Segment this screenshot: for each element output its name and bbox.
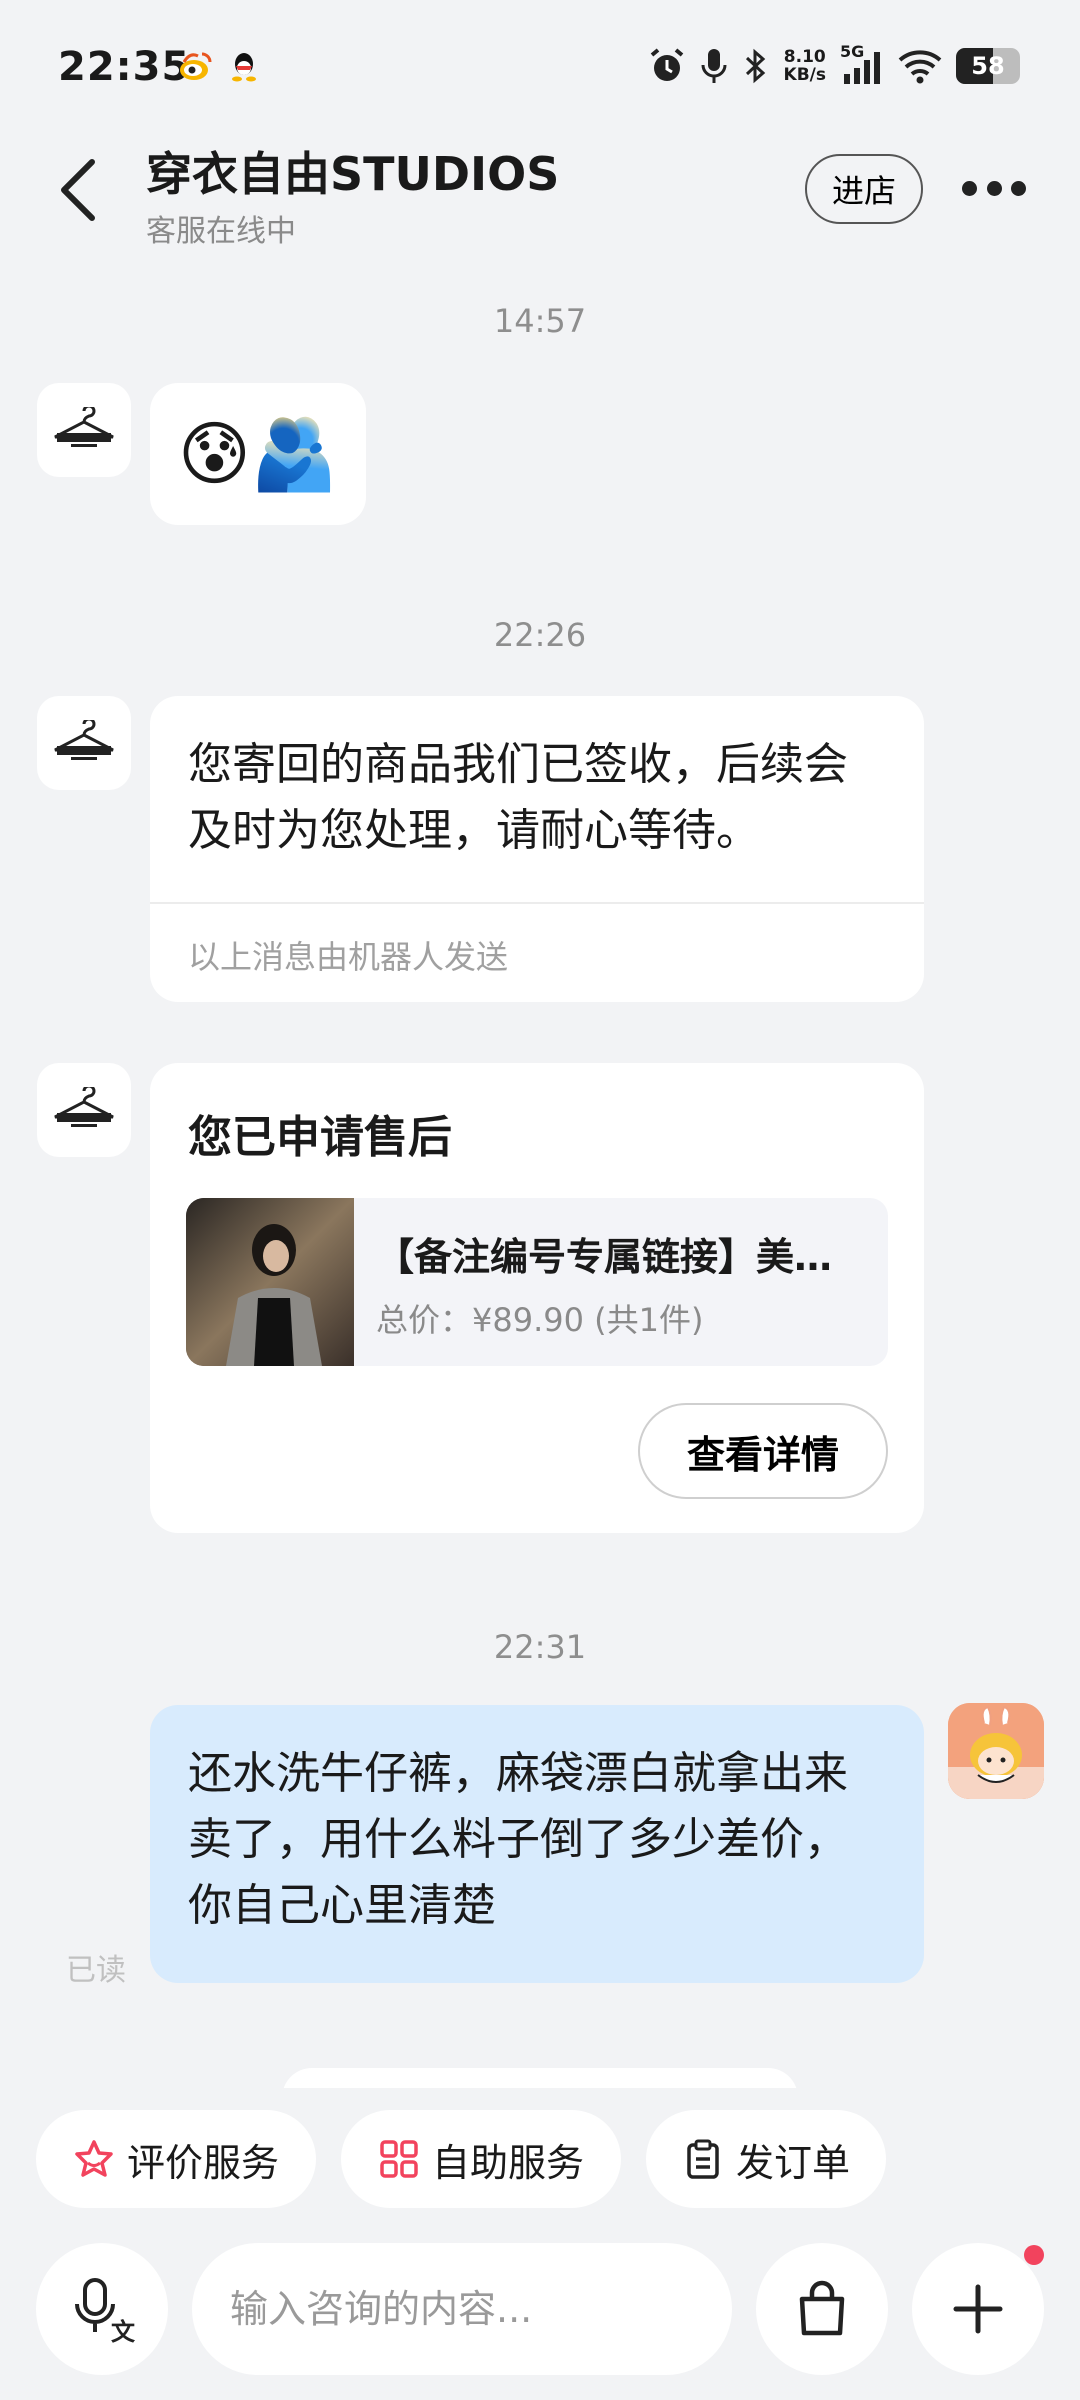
qq-icon xyxy=(232,53,256,82)
shop-avatar[interactable] xyxy=(37,696,131,790)
cartoon-avatar-icon xyxy=(948,1703,1044,1799)
received-message-bubble: 您寄回的商品我们已签收，后续会及时为您处理，请耐心等待。 以上消息由机器人发送 xyxy=(150,696,924,1002)
timestamp: 22:31 xyxy=(493,1628,587,1666)
status-time: 22:35 xyxy=(58,44,191,90)
message-text: 还水洗牛仔裤，麻袋漂白就拿出来卖了，用什么料子倒了多少差价，你自己心里清楚 xyxy=(188,1748,848,1931)
cellular-signal-icon: 5G xyxy=(840,42,884,86)
card-title: 您已申请售后 xyxy=(188,1112,452,1163)
message-input[interactable] xyxy=(230,2287,703,2331)
product-item[interactable]: 【备注编号专属链接】美… 总价：¥89.90 (共1件) xyxy=(186,1198,888,1366)
timestamp: 22:26 xyxy=(493,616,587,654)
wifi-icon xyxy=(898,50,942,84)
back-arrow-icon[interactable] xyxy=(56,158,102,222)
grid-apps-icon xyxy=(380,2140,418,2178)
more-functions-button[interactable] xyxy=(912,2243,1044,2375)
message-input-box[interactable] xyxy=(192,2243,732,2375)
read-status: 已读 xyxy=(66,1953,126,1988)
bluetooth-icon xyxy=(745,48,765,84)
hanger-logo-icon xyxy=(54,407,114,447)
notification-dot xyxy=(1024,2245,1044,2265)
shop-avatar[interactable] xyxy=(37,383,131,477)
more-options-icon[interactable] xyxy=(962,176,1026,200)
divider xyxy=(150,902,924,904)
hanger-logo-icon xyxy=(54,720,114,760)
product-thumbnail xyxy=(186,1198,354,1366)
alarm-icon xyxy=(650,48,683,81)
net-speed: 8.10 KB/s xyxy=(783,47,826,85)
shop-avatar[interactable] xyxy=(37,1063,131,1157)
weibo-icon xyxy=(180,52,212,80)
microphone-icon xyxy=(701,49,727,83)
plus-icon xyxy=(953,2284,1003,2334)
product-bag-button[interactable] xyxy=(756,2243,888,2375)
service-status: 客服在线中 xyxy=(146,214,296,249)
battery-indicator: 58 xyxy=(956,48,1020,84)
shop-title: 穿衣自由STUDIOS xyxy=(146,147,560,201)
star-icon xyxy=(75,2140,113,2177)
status-right-icons: 8.10 KB/s 5G 58 xyxy=(648,42,1020,88)
clipboard-icon xyxy=(687,2139,719,2179)
emoji-message: 😰🫂 xyxy=(150,383,366,525)
hanger-logo-icon xyxy=(54,1087,114,1127)
message-text: 您寄回的商品我们已签收，后续会及时为您处理，请耐心等待。 xyxy=(188,739,848,856)
voice-to-text-icon: 文 xyxy=(75,2278,136,2344)
view-details-button[interactable]: 查看详情 xyxy=(638,1403,888,1499)
enter-store-button[interactable]: 进店 xyxy=(805,154,923,224)
product-name: 【备注编号专属链接】美… xyxy=(376,1235,833,1279)
user-avatar[interactable] xyxy=(948,1703,1044,1799)
robot-note: 以上消息由机器人发送 xyxy=(188,938,509,976)
after-sale-card[interactable]: 您已申请售后 【备注编号专属链接】美… 总价：¥89.90 (共1件) 查看详情 xyxy=(150,1063,924,1533)
product-price: 总价：¥89.90 (共1件) xyxy=(376,1301,704,1339)
shopping-bag-icon xyxy=(799,2280,845,2336)
timestamp: 14:57 xyxy=(493,302,587,340)
rate-service-button[interactable]: 评价服务 xyxy=(36,2110,316,2208)
status-bar: 22:35 8.10 KB/s 5G 58 xyxy=(0,0,1080,130)
sent-message-bubble: 还水洗牛仔裤，麻袋漂白就拿出来卖了，用什么料子倒了多少差价，你自己心里清楚 xyxy=(150,1705,924,1983)
self-service-button[interactable]: 自助服务 xyxy=(341,2110,621,2208)
send-order-button[interactable]: 发订单 xyxy=(646,2110,886,2208)
voice-input-button[interactable]: 文 xyxy=(36,2243,168,2375)
svg-text:文: 文 xyxy=(111,2318,136,2344)
